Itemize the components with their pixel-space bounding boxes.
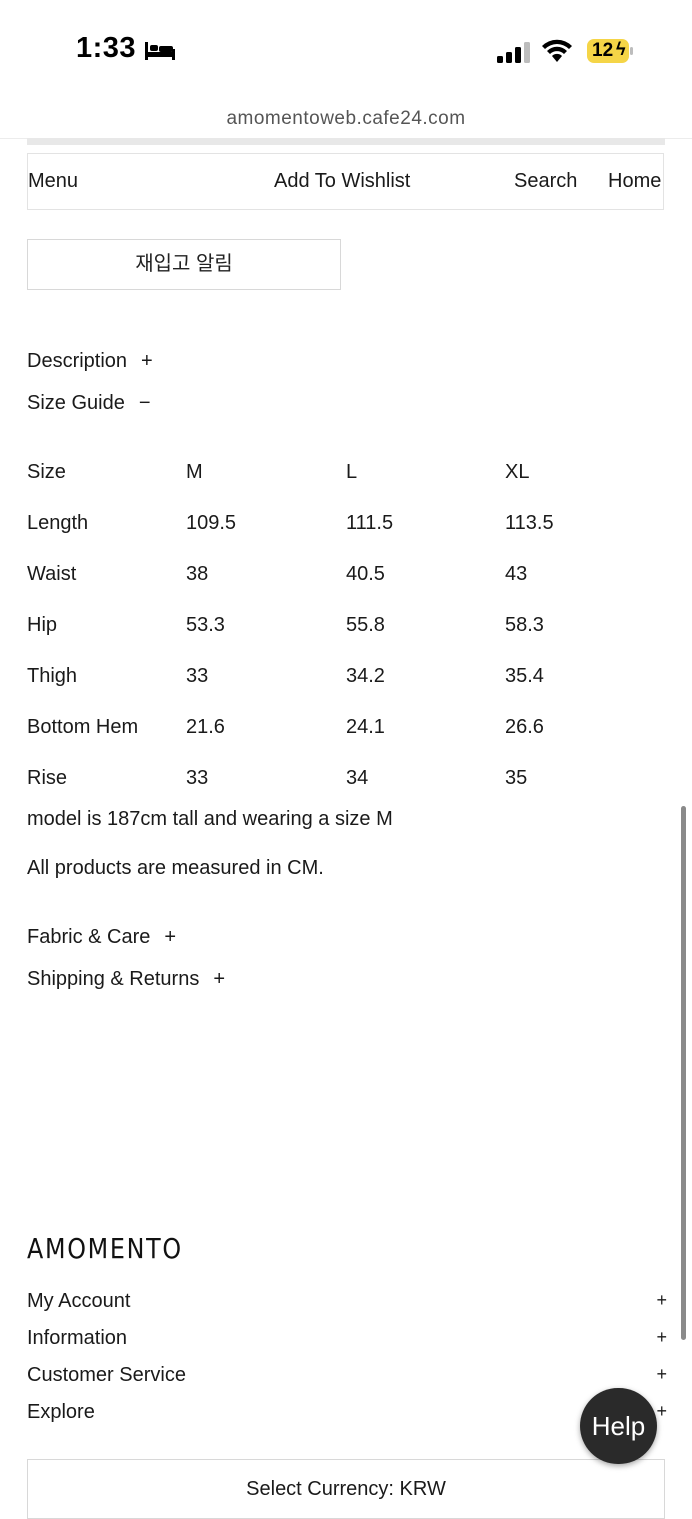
address-bar-url[interactable]: amomentoweb.cafe24.com (0, 108, 692, 130)
footer-my-account[interactable]: My Account + (27, 1290, 667, 1313)
nav-search-link[interactable]: Search (514, 170, 577, 193)
plus-icon: + (656, 1364, 667, 1384)
row-label: Length (27, 512, 89, 534)
table-cell: 33 (186, 767, 209, 789)
size-guide-label: Size Guide (27, 392, 125, 414)
plus-icon: + (164, 926, 177, 948)
table-cell: 35 (505, 767, 528, 789)
footer-item-label: My Account (27, 1290, 131, 1312)
wifi-icon (542, 39, 572, 62)
bed-icon (145, 42, 175, 60)
footer-information[interactable]: Information + (27, 1327, 667, 1350)
size-header-cell: Size (27, 461, 66, 483)
table-cell: 21.6 (186, 716, 225, 738)
plus-icon: + (141, 350, 153, 372)
table-cell: 35.4 (505, 665, 544, 687)
row-label: Bottom Hem (27, 716, 139, 738)
status-time: 1:33 (76, 32, 137, 64)
plus-icon: + (656, 1290, 667, 1310)
plus-icon: + (656, 1327, 667, 1347)
page-scrollbar[interactable] (681, 806, 686, 1340)
table-cell: 34 (346, 767, 369, 789)
size-guide-toggle[interactable]: Size Guide − (27, 392, 151, 415)
table-cell: 34.2 (346, 665, 385, 687)
battery-level: 12 (592, 40, 614, 61)
footer-customer-service[interactable]: Customer Service + (27, 1364, 667, 1387)
table-cell: 55.8 (346, 614, 385, 636)
table-cell: 24.1 (346, 716, 385, 738)
size-header-cell: L (346, 461, 358, 483)
product-nav-bar: Menu Add To Wishlist Search Home (27, 153, 664, 210)
charging-icon: ϟ (616, 39, 626, 59)
table-cell: 40.5 (346, 563, 385, 585)
battery-icon: 12 ϟ (586, 38, 634, 64)
footer-item-label: Customer Service (27, 1364, 186, 1386)
plus-icon: + (213, 968, 226, 990)
signal-icon (497, 42, 530, 63)
nav-wishlist-link[interactable]: Add To Wishlist (274, 170, 410, 193)
table-cell: 43 (505, 563, 528, 585)
table-cell: 109.5 (186, 512, 237, 534)
row-label: Waist (27, 563, 77, 585)
nav-menu-link[interactable]: Menu (28, 170, 78, 193)
row-label: Rise (27, 767, 68, 789)
table-cell: 26.6 (505, 716, 544, 738)
table-cell: 53.3 (186, 614, 225, 636)
table-cell: 33 (186, 665, 209, 687)
currency-selector[interactable]: Select Currency: KRW (27, 1459, 665, 1519)
shipping-returns-label: Shipping & Returns (27, 968, 200, 990)
fabric-care-toggle[interactable]: Fabric & Care + (27, 926, 176, 949)
footer-item-label: Information (27, 1327, 128, 1349)
minus-icon: − (138, 392, 151, 414)
nav-home-link[interactable]: Home (608, 170, 661, 193)
model-size-note: model is 187cm tall and wearing a size M (27, 808, 393, 830)
measurement-note: All products are measured in CM. (27, 857, 324, 879)
footer-explore[interactable]: Explore + (27, 1401, 667, 1424)
row-label: Thigh (27, 665, 78, 687)
description-toggle[interactable]: Description + (27, 350, 153, 373)
fabric-care-label: Fabric & Care (27, 926, 151, 948)
size-header-cell: XL (505, 461, 530, 483)
footer-item-label: Explore (27, 1401, 95, 1423)
row-label: Hip (27, 614, 58, 636)
size-header-cell: M (186, 461, 203, 483)
top-strip (27, 138, 665, 145)
restock-notify-button[interactable]: 재입고 알림 (27, 239, 341, 290)
table-cell: 38 (186, 563, 209, 585)
description-label: Description (27, 350, 128, 372)
table-cell: 113.5 (505, 512, 554, 534)
brand-logo[interactable]: AMOMENTO (27, 1232, 183, 1265)
table-cell: 58.3 (505, 614, 544, 636)
table-cell: 111.5 (346, 512, 394, 534)
plus-icon: + (656, 1401, 667, 1421)
shipping-returns-toggle[interactable]: Shipping & Returns + (27, 968, 225, 991)
help-chat-button[interactable]: Help (580, 1388, 657, 1464)
